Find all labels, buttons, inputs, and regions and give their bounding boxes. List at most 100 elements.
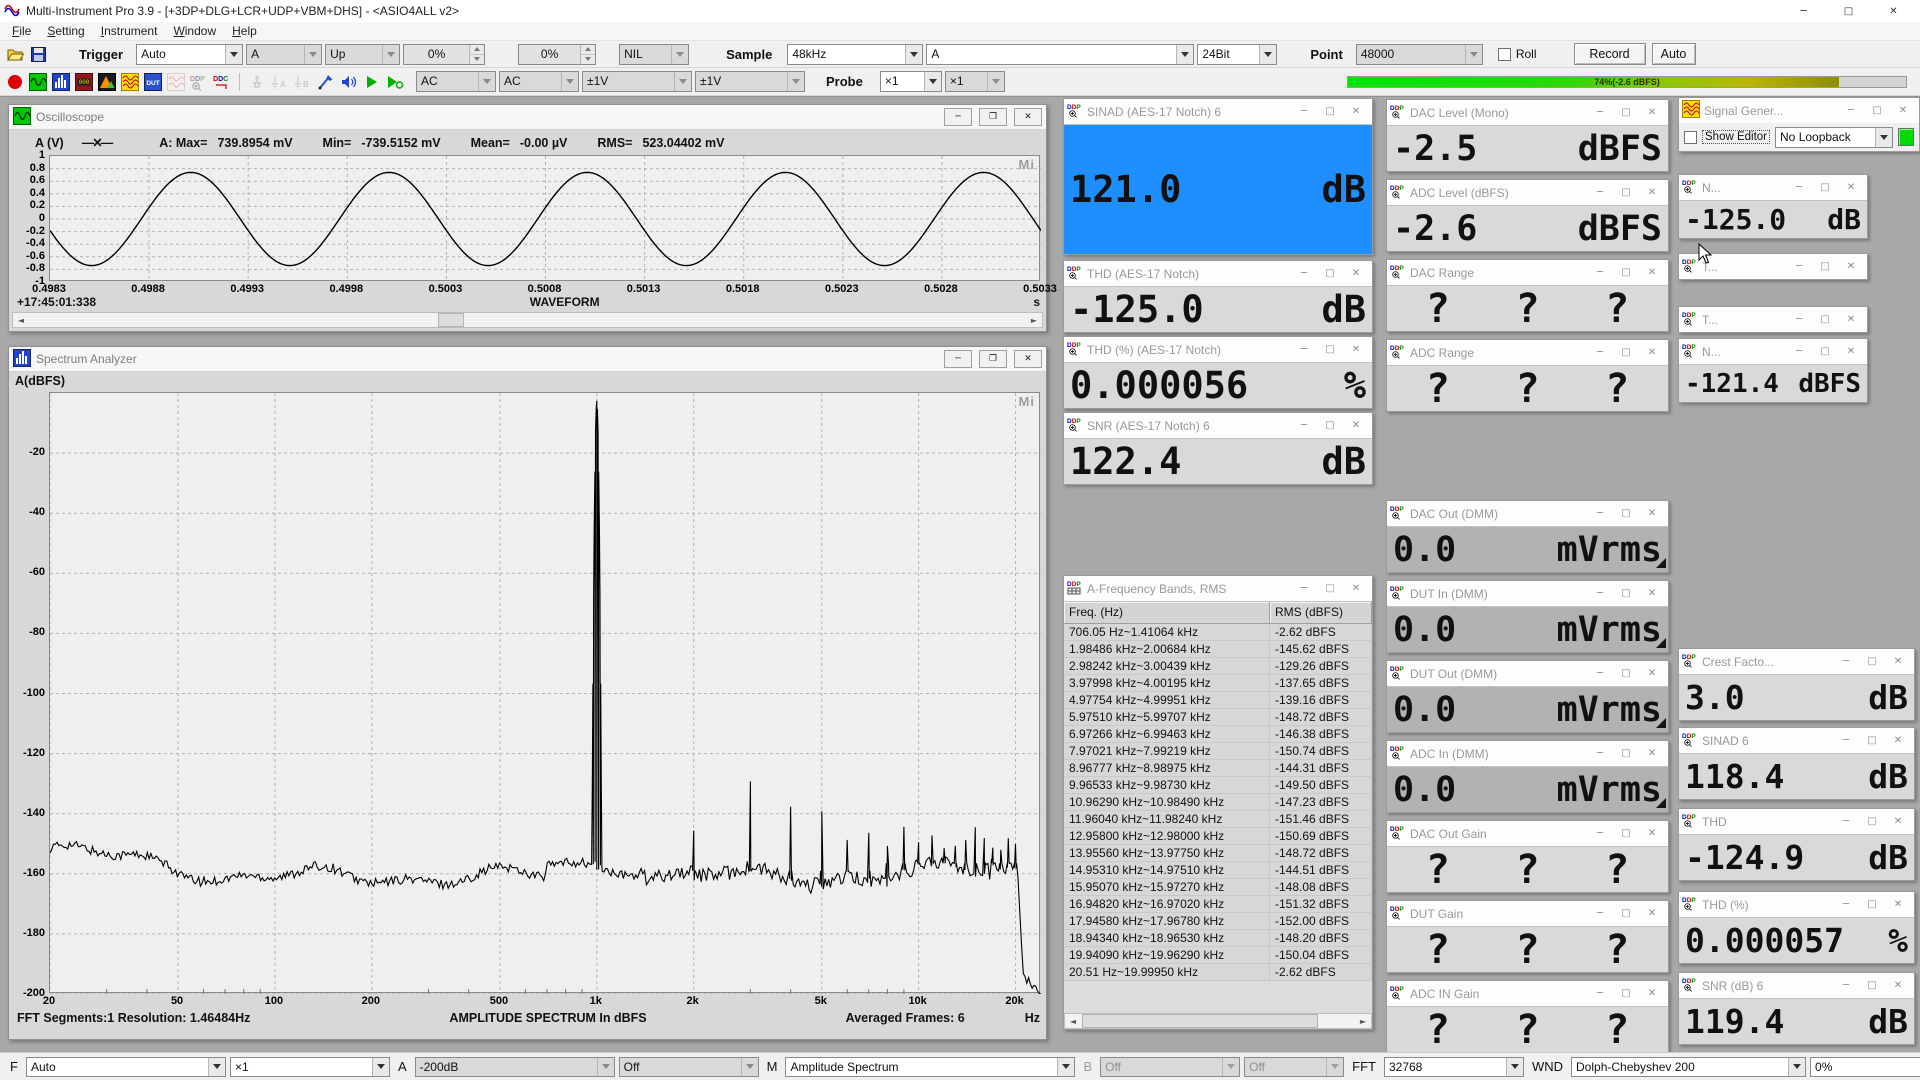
dut-out-dmm-panel-maximize-button[interactable]: □	[1613, 668, 1639, 679]
freq-table-scroll-right-button[interactable]: ►	[1355, 1014, 1371, 1028]
dut-out-dmm-panel-close-button[interactable]: ✕	[1639, 668, 1665, 679]
adc-in-gain-panel-minimize-button[interactable]: ─	[1587, 988, 1613, 999]
coupling-b-select-arrow-icon[interactable]	[561, 72, 578, 91]
snr-aes17-panel-maximize-button[interactable]: □	[1317, 420, 1343, 431]
open-file-button[interactable]	[5, 44, 25, 65]
loopback-select-arrow-icon[interactable]	[1875, 128, 1892, 147]
freq-table-scroll-left-button[interactable]: ◄	[1065, 1014, 1081, 1028]
device-test-plan-button[interactable]: DUT	[143, 71, 163, 92]
signal-generator-minimize-button[interactable]: ─	[1838, 105, 1864, 116]
trigger-delay-spinner-up-icon[interactable]	[581, 45, 595, 55]
sinad-panel-maximize-button[interactable]: □	[1859, 735, 1885, 746]
dut-in-dmm-panel-minimize-button[interactable]: ─	[1587, 588, 1613, 599]
thd-pct-panel-minimize-button[interactable]: ─	[1833, 899, 1859, 910]
bit-depth-select-arrow-icon[interactable]	[1259, 45, 1276, 64]
noise-dbfs-panel-maximize-button[interactable]: □	[1812, 346, 1838, 357]
show-editor-checkbox[interactable]	[1684, 131, 1697, 144]
adc-in-gain-panel-title-bar[interactable]: DDPADC IN Gain─□✕	[1387, 981, 1668, 1006]
menu-instrument[interactable]: Instrument	[93, 22, 166, 40]
trigger-level-spinner-buttons[interactable]	[469, 45, 484, 64]
run-auto-button[interactable]	[385, 71, 405, 92]
adc-in-gain-panel-close-button[interactable]: ✕	[1639, 988, 1665, 999]
crest-factor-panel-maximize-button[interactable]: □	[1859, 656, 1885, 667]
table-row[interactable]: 19.94090 kHz~19.96290 kHz-150.04 dBFS	[1064, 947, 1372, 964]
adc-in-dmm-panel-maximize-button[interactable]: □	[1613, 748, 1639, 759]
roll-checkbox[interactable]: Roll	[1494, 47, 1541, 61]
dac-out-gain-panel-title-bar[interactable]: DDPDAC Out Gain─□✕	[1387, 821, 1668, 846]
freq-axis-mode-select-arrow-icon[interactable]	[208, 1058, 225, 1076]
trigger-source-select-arrow-icon[interactable]	[304, 45, 321, 64]
freq-table-scroll-thumb[interactable]	[1082, 1014, 1318, 1028]
thd-pct-panel-maximize-button[interactable]: □	[1859, 899, 1885, 910]
snr-aes17-panel-close-button[interactable]: ✕	[1343, 420, 1369, 431]
thd-aes17-panel-maximize-button[interactable]: □	[1317, 268, 1343, 279]
probe-a-select[interactable]: ×1	[880, 71, 942, 92]
snr-panel-maximize-button[interactable]: □	[1859, 980, 1885, 991]
table-row[interactable]: 5.97510 kHz~5.99707 kHz-148.72 dBFS	[1064, 709, 1372, 726]
freq-axis-zoom-select-arrow-icon[interactable]	[372, 1058, 389, 1076]
noise-db-panel-title-bar[interactable]: DDPN...─□✕	[1679, 175, 1867, 200]
table-row[interactable]: 18.94340 kHz~18.96530 kHz-148.20 dBFS	[1064, 930, 1372, 947]
table-row[interactable]: 11.96040 kHz~11.98240 kHz-151.46 dBFS	[1064, 811, 1372, 828]
thd-pct-aes17-panel-close-button[interactable]: ✕	[1343, 344, 1369, 355]
adc-level-panel-minimize-button[interactable]: ─	[1587, 187, 1613, 198]
generator-on-indicator[interactable]	[1898, 128, 1914, 146]
thd-pct-aes17-panel-title-bar[interactable]: DDPTHD (%) (AES-17 Notch)─□✕	[1064, 337, 1372, 362]
table-row[interactable]: 16.94820 kHz~16.97020 kHz-151.32 dBFS	[1064, 896, 1372, 913]
table-row[interactable]: 15.95070 kHz~15.97270 kHz-148.08 dBFS	[1064, 879, 1372, 896]
table-row[interactable]: 1.98486 kHz~2.00684 kHz-145.62 dBFS	[1064, 641, 1372, 658]
bit-depth-select[interactable]: 24Bit	[1197, 44, 1277, 65]
table-row[interactable]: 7.97021 kHz~7.99219 kHz-150.74 dBFS	[1064, 743, 1372, 760]
spectrum-analyzer-button[interactable]	[51, 71, 71, 92]
adc-in-gain-panel-maximize-button[interactable]: □	[1613, 988, 1639, 999]
thd-panel-close-button[interactable]: ✕	[1885, 816, 1911, 827]
noise-dbfs-panel-minimize-button[interactable]: ─	[1786, 346, 1812, 357]
trigger-edge-select-arrow-icon[interactable]	[382, 45, 399, 64]
crest-factor-panel-close-button[interactable]: ✕	[1885, 656, 1911, 667]
adc-in-dmm-panel-close-button[interactable]: ✕	[1639, 748, 1665, 759]
noise-db-panel-maximize-button[interactable]: □	[1812, 182, 1838, 193]
table-row[interactable]: 4.97754 kHz~4.99951 kHz-139.16 dBFS	[1064, 692, 1372, 709]
sound-device-button[interactable]	[339, 71, 359, 92]
table-row[interactable]: 13.95560 kHz~13.97750 kHz-148.72 dBFS	[1064, 845, 1372, 862]
table-row[interactable]: 17.94580 kHz~17.96780 kHz-152.00 dBFS	[1064, 913, 1372, 930]
oscilloscope-minimize-button[interactable]: ─	[944, 108, 972, 126]
thd-pct-panel-close-button[interactable]: ✕	[1885, 899, 1911, 910]
adc-range-panel-title-bar[interactable]: DDPADC Range─□✕	[1387, 340, 1668, 365]
rms-column-header[interactable]: RMS (dBFS)	[1270, 602, 1372, 624]
snr-panel-title-bar[interactable]: DDPSNR (dB) 6─□✕	[1679, 973, 1914, 998]
adc-in-dmm-panel-minimize-button[interactable]: ─	[1587, 748, 1613, 759]
ddp-viewer-button[interactable]: DDP	[189, 71, 209, 92]
noise-db-panel-minimize-button[interactable]: ─	[1786, 182, 1812, 193]
adc-level-panel-close-button[interactable]: ✕	[1639, 187, 1665, 198]
adc-level-panel-maximize-button[interactable]: □	[1613, 187, 1639, 198]
oscilloscope-restore-button[interactable]: ❐	[979, 108, 1007, 126]
probe-b-select-arrow-icon[interactable]	[987, 72, 1004, 91]
math-mode-select-arrow-icon[interactable]	[1057, 1058, 1074, 1076]
data-logger-button[interactable]	[166, 71, 186, 92]
dac-level-panel-title-bar[interactable]: DDPDAC Level (Mono)─□✕	[1387, 100, 1668, 125]
dac-out-dmm-panel-minimize-button[interactable]: ─	[1587, 508, 1613, 519]
spectrum-minimize-button[interactable]: ─	[944, 350, 972, 368]
table-row[interactable]: 3.97998 kHz~4.00195 kHz-137.65 dBFS	[1064, 675, 1372, 692]
sampling-channel-select-arrow-icon[interactable]	[1176, 45, 1193, 64]
thd-pct-panel-title-bar[interactable]: DDPTHD (%)─□✕	[1679, 892, 1914, 917]
menu-setting[interactable]: Setting	[39, 22, 92, 40]
trigger-mode-select[interactable]: Auto	[136, 44, 243, 65]
channel-a-persistence-select[interactable]: Off	[619, 1057, 759, 1077]
trigger-mode-select-arrow-icon[interactable]	[225, 45, 242, 64]
table-row[interactable]: 10.96290 kHz~10.98490 kHz-147.23 dBFS	[1064, 794, 1372, 811]
range-a-select-arrow-icon[interactable]	[674, 72, 691, 91]
loopback-select[interactable]: No Loopback	[1775, 127, 1893, 148]
thd-collapsed-panel-1-maximize-button[interactable]: □	[1812, 261, 1838, 272]
table-row[interactable]: 12.95800 kHz~12.98000 kHz-150.69 dBFS	[1064, 828, 1372, 845]
signal-generator-maximize-button[interactable]: □	[1864, 105, 1890, 116]
thd-aes17-panel-minimize-button[interactable]: ─	[1291, 268, 1317, 279]
ground-channel-a-button[interactable]: A	[270, 71, 290, 92]
oscilloscope-plot[interactable]: Mi	[49, 155, 1040, 281]
sinad-panel-close-button[interactable]: ✕	[1885, 735, 1911, 746]
sinad-panel-minimize-button[interactable]: ─	[1833, 735, 1859, 746]
table-row[interactable]: 14.95310 kHz~14.97510 kHz-144.51 dBFS	[1064, 862, 1372, 879]
channel-b-persistence-select-arrow-icon[interactable]	[1326, 1058, 1343, 1076]
table-row[interactable]: 20.51 Hz~19.99950 kHz-2.62 dBFS	[1064, 964, 1372, 981]
